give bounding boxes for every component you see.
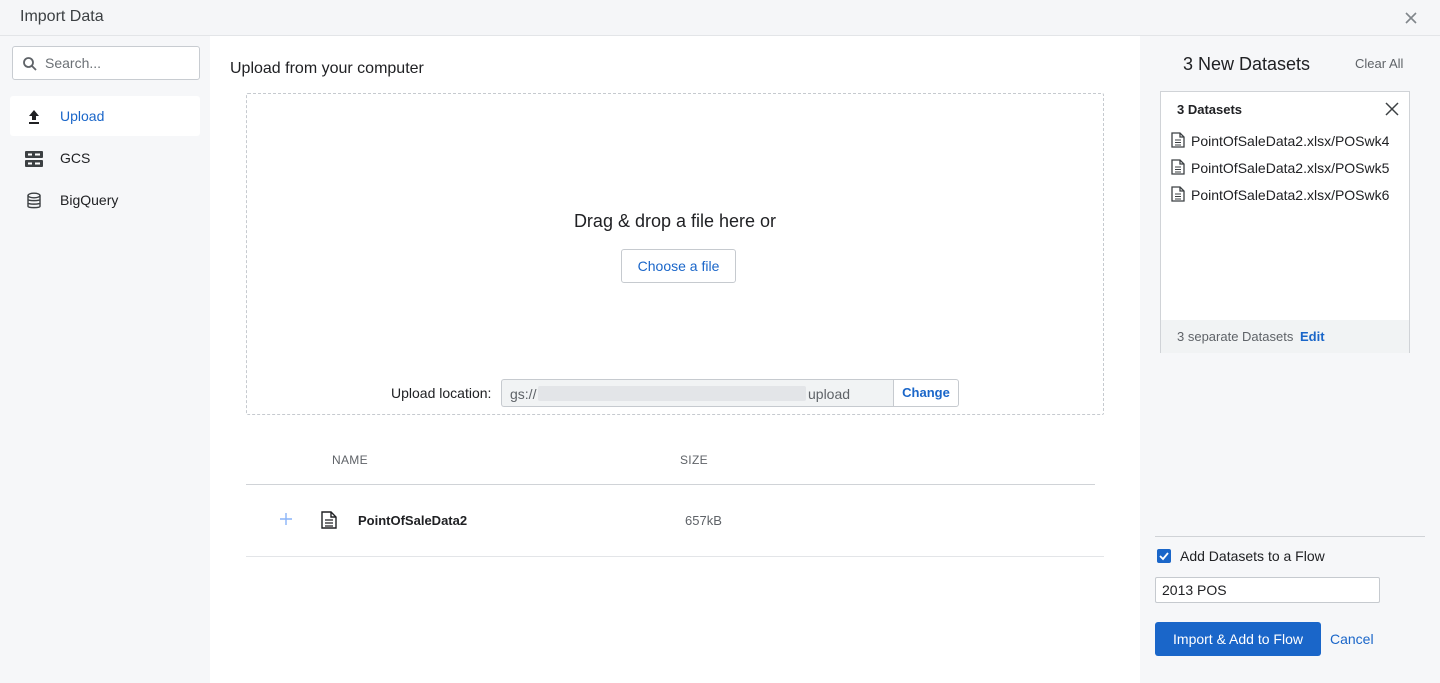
file-dropzone[interactable]: Drag & drop a file here or Choose a file… bbox=[246, 93, 1104, 415]
close-icon[interactable] bbox=[1385, 102, 1399, 116]
dataset-name: PointOfSaleData2.xlsx/POSwk5 bbox=[1191, 160, 1390, 176]
expand-plus-icon[interactable] bbox=[278, 511, 294, 527]
database-icon bbox=[27, 192, 41, 209]
clear-all-button[interactable]: Clear All bbox=[1355, 56, 1403, 71]
search-input[interactable] bbox=[45, 53, 193, 73]
add-to-flow-checkbox[interactable] bbox=[1157, 549, 1171, 563]
sidebar-item-bigquery[interactable]: BigQuery bbox=[10, 180, 200, 220]
sidebar-item-label: Upload bbox=[60, 108, 105, 124]
datasets-title: 3 New Datasets bbox=[1183, 54, 1311, 74]
file-name: PointOfSaleData2 bbox=[358, 513, 468, 528]
upload-location-prefix: gs:// bbox=[510, 386, 537, 402]
page-title: Upload from your computer bbox=[230, 60, 424, 77]
file-size: 657kB bbox=[685, 513, 722, 528]
cancel-button[interactable]: Cancel bbox=[1330, 631, 1374, 647]
change-location-button[interactable]: Change bbox=[893, 379, 959, 407]
datasets-panel: 3 New Datasets Clear All 3 Datasets Poin… bbox=[1140, 36, 1440, 683]
choose-file-button[interactable]: Choose a file bbox=[621, 249, 736, 283]
list-item: PointOfSaleData2.xlsx/POSwk4 bbox=[1171, 131, 1406, 151]
edit-link[interactable]: Edit bbox=[1300, 329, 1325, 344]
table-row: PointOfSaleData2 657kB bbox=[246, 485, 1104, 557]
list-item: PointOfSaleData2.xlsx/POSwk5 bbox=[1171, 158, 1406, 178]
file-icon bbox=[1171, 159, 1185, 175]
file-icon bbox=[1171, 186, 1185, 202]
upload-location-field: gs:// upload bbox=[501, 379, 894, 407]
file-icon bbox=[1171, 132, 1185, 148]
title-bar: Import Data bbox=[0, 0, 1440, 36]
datasets-card-title: 3 Datasets bbox=[1177, 102, 1243, 117]
sidebar-item-label: BigQuery bbox=[60, 192, 119, 208]
datasets-card-footer: 3 separate Datasets Edit bbox=[1161, 320, 1409, 353]
redacted-path bbox=[538, 386, 806, 401]
upload-location-suffix: upload bbox=[808, 386, 851, 402]
close-icon[interactable] bbox=[1402, 9, 1420, 27]
sidebar-item-label: GCS bbox=[60, 150, 91, 166]
storage-icon bbox=[25, 151, 43, 167]
dataset-name: PointOfSaleData2.xlsx/POSwk6 bbox=[1191, 187, 1390, 203]
dropzone-text: Drag & drop a file here or bbox=[573, 211, 777, 231]
import-add-to-flow-button[interactable]: Import & Add to Flow bbox=[1155, 622, 1321, 656]
dataset-name: PointOfSaleData2.xlsx/POSwk4 bbox=[1191, 133, 1390, 149]
source-sidebar: Upload GCS BigQuery bbox=[0, 36, 210, 683]
sidebar-item-gcs[interactable]: GCS bbox=[10, 138, 200, 178]
window-title: Import Data bbox=[20, 8, 104, 25]
panel-divider bbox=[1155, 536, 1425, 537]
search-icon bbox=[23, 57, 37, 71]
search-box[interactable] bbox=[12, 46, 200, 80]
column-header-name: NAME bbox=[332, 453, 368, 467]
upload-location-label: Upload location: bbox=[391, 385, 492, 401]
datasets-footer-text: 3 separate Datasets bbox=[1177, 329, 1294, 344]
column-header-size: SIZE bbox=[680, 453, 708, 467]
sidebar-item-upload[interactable]: Upload bbox=[10, 96, 200, 136]
list-item: PointOfSaleData2.xlsx/POSwk6 bbox=[1171, 185, 1406, 205]
check-icon bbox=[1159, 552, 1169, 561]
datasets-card: 3 Datasets PointOfSaleData2.xlsx/POSwk4 … bbox=[1160, 91, 1410, 353]
upload-icon bbox=[29, 110, 39, 124]
add-to-flow-label: Add Datasets to a Flow bbox=[1180, 548, 1325, 564]
file-icon bbox=[321, 511, 337, 529]
flow-name-input[interactable] bbox=[1155, 577, 1380, 603]
upload-panel: Upload from your computer Drag & drop a … bbox=[210, 36, 1140, 683]
